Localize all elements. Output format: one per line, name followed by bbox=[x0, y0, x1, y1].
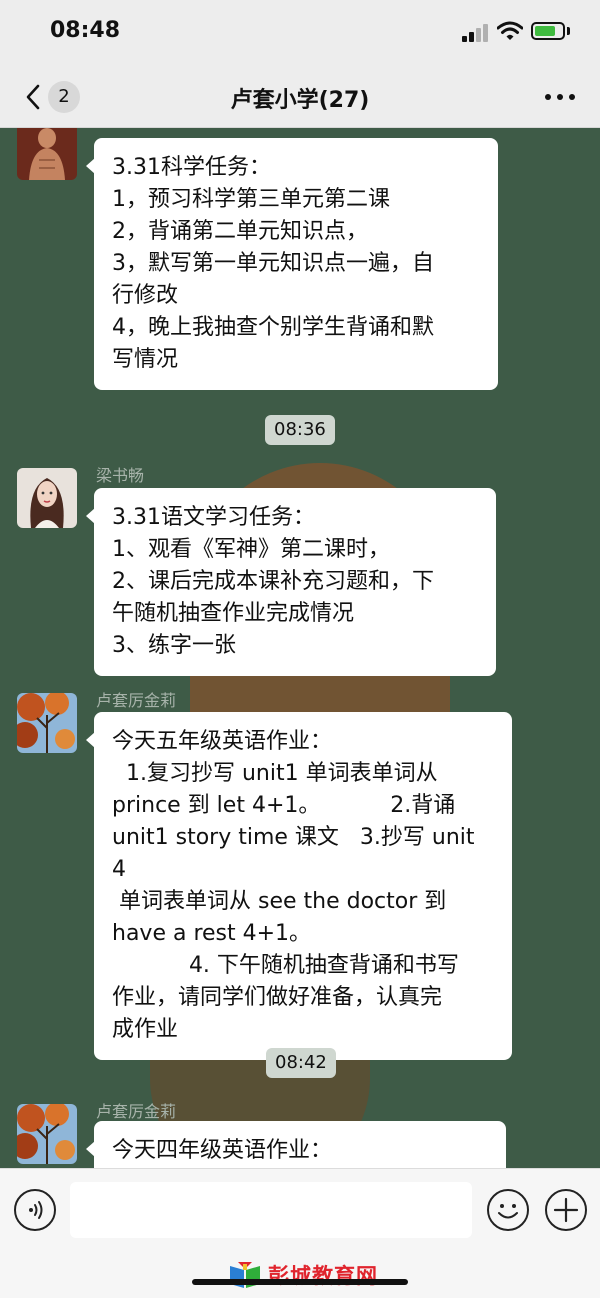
message-bubble[interactable]: 今天四年级英语作业： bbox=[86, 1121, 506, 1168]
message-bubble[interactable]: 今天五年级英语作业： 1.复习抄写 unit1 单词表单词从 prince 到 … bbox=[86, 712, 512, 1060]
battery-icon bbox=[531, 22, 565, 40]
timestamp: 08:36 bbox=[265, 415, 335, 445]
avatar[interactable] bbox=[17, 1104, 77, 1164]
sender-name: 卢套厉金莉 bbox=[96, 1102, 177, 1121]
home-indicator bbox=[192, 1279, 408, 1285]
watermark-text: 彭城教育网 bbox=[268, 1264, 378, 1288]
watermark: 彭城教育网 bbox=[228, 1257, 378, 1293]
timestamp: 08:42 bbox=[266, 1048, 336, 1078]
message-bubble[interactable]: 3.31语文学习任务： 1、观看《军神》第二课时， 2、课后完成本课补充习题和，… bbox=[86, 488, 496, 676]
message-bubble[interactable]: 3.31科学任务： 1，预习科学第三单元第二课 2，背诵第二单元知识点， 3，默… bbox=[86, 138, 498, 390]
back-chevron-icon[interactable] bbox=[22, 83, 46, 111]
avatar[interactable] bbox=[17, 128, 77, 180]
battery-cap bbox=[567, 27, 570, 35]
avatar[interactable] bbox=[17, 468, 77, 528]
sender-name: 卢套厉金莉 bbox=[96, 691, 177, 710]
status-bar: 08:48 bbox=[0, 0, 600, 66]
chat-title: 卢套小学(27) bbox=[230, 88, 370, 113]
book-logo-icon bbox=[230, 1262, 260, 1288]
wifi-icon bbox=[497, 21, 523, 40]
chat-area[interactable]: 3.31科学任务： 1，预习科学第三单元第二课 2，背诵第二单元知识点， 3，默… bbox=[0, 128, 600, 1168]
input-bar: 彭城教育网 bbox=[0, 1168, 600, 1298]
unread-badge[interactable]: 2 bbox=[48, 81, 80, 113]
more-dots-icon[interactable] bbox=[545, 94, 575, 102]
voice-button[interactable] bbox=[14, 1189, 56, 1231]
plus-button[interactable] bbox=[545, 1189, 587, 1231]
nav-bar: 2 卢套小学(27) bbox=[0, 66, 600, 128]
avatar[interactable] bbox=[17, 693, 77, 753]
plus-icon bbox=[553, 1197, 579, 1223]
status-time: 08:48 bbox=[50, 18, 121, 43]
sender-name: 梁书畅 bbox=[96, 466, 145, 485]
signal-icon bbox=[462, 24, 490, 42]
message-input[interactable] bbox=[70, 1182, 472, 1238]
emoji-button[interactable] bbox=[487, 1189, 529, 1231]
emoji-icon bbox=[498, 1204, 518, 1219]
voice-icon bbox=[29, 1201, 43, 1219]
